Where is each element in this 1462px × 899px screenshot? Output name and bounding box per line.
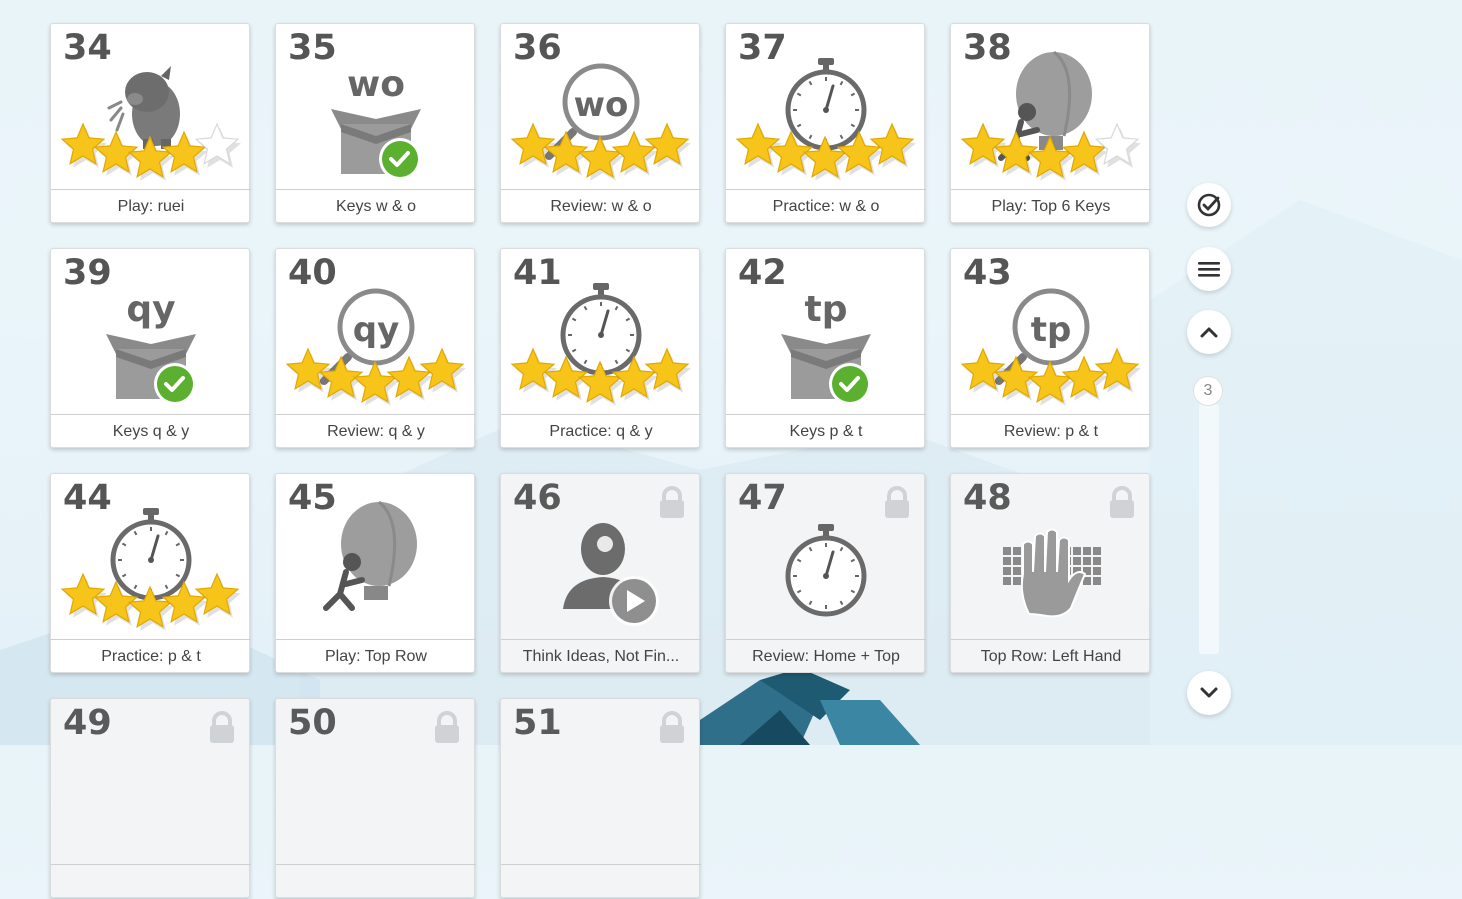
svg-text:tp: tp [805, 289, 848, 330]
keyboard-hand-icon [1003, 528, 1101, 618]
lesson-tile[interactable]: 48 Top Row: Left Hand [950, 473, 1151, 674]
new-keys-box-icon: qy [106, 289, 196, 405]
dragon-game-icon [107, 66, 180, 149]
chevron-down-icon [1200, 687, 1218, 698]
new-keys-box-icon: wo [331, 64, 421, 180]
lesson-tile[interactable]: 45 Play: Top Row [275, 473, 476, 674]
lesson-title: Keys p & t [726, 414, 926, 449]
menu-button[interactable] [1187, 247, 1231, 291]
lesson-number: 42 [738, 253, 787, 293]
lesson-tile[interactable]: 37 Practice: w & o [725, 23, 926, 224]
lock-icon [660, 486, 684, 518]
lesson-title: Review: Home + Top [726, 639, 926, 674]
check-badge-icon [379, 138, 421, 180]
lesson-number: 43 [963, 253, 1012, 293]
progress-check-button[interactable] [1187, 183, 1231, 227]
lesson-title: Keys w & o [276, 189, 476, 224]
lesson-title: Think Ideas, Not Fin... [501, 639, 701, 674]
new-keys-box-icon: tp [781, 289, 871, 405]
page-indicator: 3 [1193, 376, 1223, 406]
lesson-tile[interactable]: 44 Practice: p & t [50, 473, 251, 674]
lesson-tile[interactable]: 46 Think Ideas, Not Fin... [500, 473, 701, 674]
lesson-number: 37 [738, 28, 787, 68]
lesson-tile[interactable]: tp 42 Keys p & t [725, 248, 926, 449]
lesson-tile[interactable]: qy 39 Keys q & y [50, 248, 251, 449]
lesson-number: 50 [288, 703, 337, 743]
lock-icon [435, 711, 459, 743]
lesson-number: 51 [513, 703, 562, 743]
lock-icon [210, 711, 234, 743]
lesson-title: Play: Top Row [276, 639, 476, 674]
lesson-tile[interactable]: 41 Practice: q & y [500, 248, 701, 449]
stopwatch-icon [785, 58, 867, 151]
lock-icon [1110, 486, 1134, 518]
lesson-number: 36 [513, 28, 562, 68]
lesson-number: 46 [513, 478, 562, 518]
lesson-tile[interactable]: tp 43 Review: p & t [950, 248, 1151, 449]
lesson-tile[interactable]: qy 40 Review: q & y [275, 248, 476, 449]
stopwatch-icon [560, 283, 642, 376]
lesson-title: Keys q & y [51, 414, 251, 449]
lesson-number: 48 [963, 478, 1012, 518]
video-lesson-icon [563, 523, 659, 626]
lesson-tile[interactable]: 38 Play: Top 6 Keys [950, 23, 1151, 224]
lesson-number: 39 [63, 253, 112, 293]
stopwatch-icon [110, 508, 192, 601]
lesson-grid: 34 Play: ruei wo 35 Keys w & o wo 36 Rev… [0, 0, 1462, 898]
check-badge-icon [154, 363, 196, 405]
svg-text:wo: wo [574, 85, 629, 125]
lesson-title: Review: w & o [501, 189, 701, 224]
lesson-title: Play: Top 6 Keys [951, 189, 1151, 224]
lesson-title: Practice: q & y [501, 414, 701, 449]
check-circle-icon [1197, 193, 1221, 217]
svg-text:qy: qy [126, 289, 175, 330]
lesson-number: 47 [738, 478, 787, 518]
lesson-number: 45 [288, 478, 337, 518]
lesson-tile[interactable]: wo 36 Review: w & o [500, 23, 701, 224]
lesson-title [276, 864, 476, 899]
lesson-tile[interactable]: 49 [50, 698, 251, 899]
svg-text:wo: wo [347, 64, 405, 105]
lesson-number: 34 [63, 28, 112, 68]
lesson-title: Play: ruei [51, 189, 251, 224]
lesson-title: Practice: p & t [51, 639, 251, 674]
hamburger-menu-icon [1198, 262, 1220, 277]
lesson-title: Review: q & y [276, 414, 476, 449]
lock-icon [885, 486, 909, 518]
lesson-title [51, 864, 251, 899]
lesson-number: 40 [288, 253, 337, 293]
lesson-title [501, 864, 701, 899]
lesson-title: Practice: w & o [726, 189, 926, 224]
lesson-title: Top Row: Left Hand [951, 639, 1151, 674]
lesson-title: Review: p & t [951, 414, 1151, 449]
scroll-up-button[interactable] [1187, 310, 1231, 354]
stopwatch-icon [785, 524, 867, 617]
lesson-number: 44 [63, 478, 112, 518]
scroll-down-button[interactable] [1187, 671, 1231, 715]
lesson-tile[interactable]: 34 Play: ruei [50, 23, 251, 224]
lesson-number: 41 [513, 253, 562, 293]
lesson-number: 35 [288, 28, 337, 68]
lesson-tile[interactable]: 51 [500, 698, 701, 899]
balloon-game-icon [323, 500, 417, 611]
svg-text:tp: tp [1031, 310, 1072, 350]
lesson-number: 38 [963, 28, 1012, 68]
lesson-tile[interactable]: 47 Review: Home + Top [725, 473, 926, 674]
lesson-tile[interactable]: 50 [275, 698, 476, 899]
lock-icon [660, 711, 684, 743]
check-badge-icon [829, 363, 871, 405]
svg-text:qy: qy [353, 310, 400, 350]
chevron-up-icon [1200, 327, 1218, 338]
scroll-track[interactable] [1199, 404, 1219, 654]
lesson-tile[interactable]: wo 35 Keys w & o [275, 23, 476, 224]
lesson-number: 49 [63, 703, 112, 743]
